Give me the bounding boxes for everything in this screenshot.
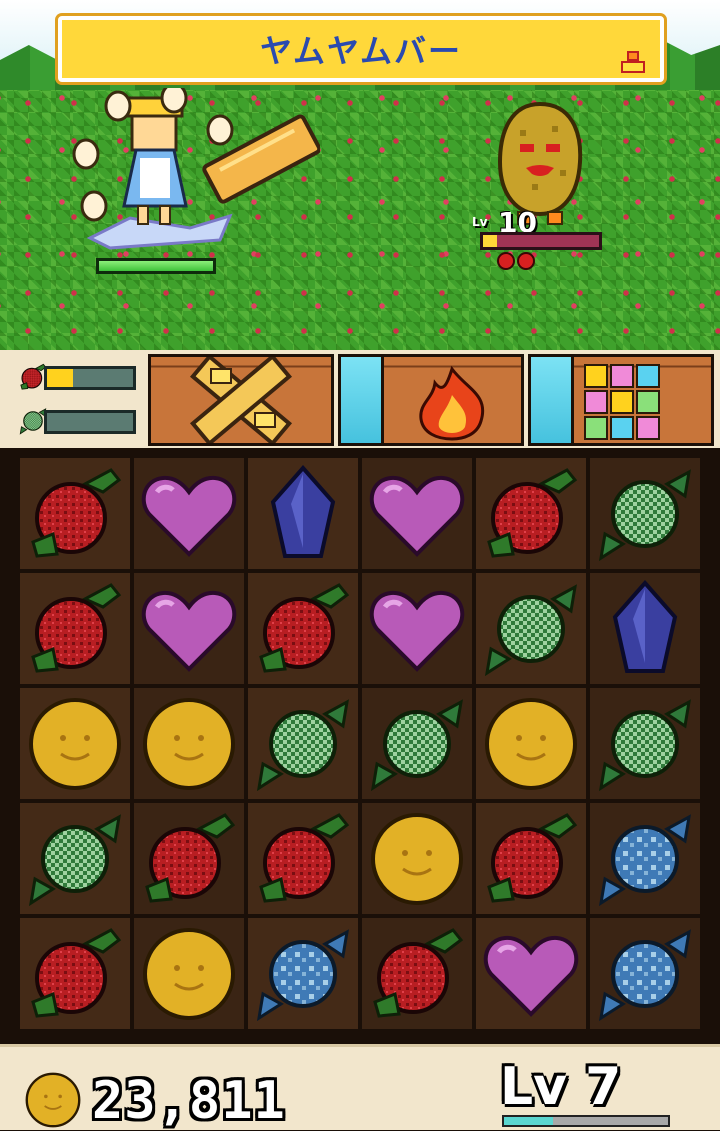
- flame-skill-charge: [341, 357, 384, 443]
- berry-icon: [487, 812, 577, 903]
- puzzle-board: [18, 456, 702, 1032]
- flame-skill-button[interactable]: [338, 354, 524, 446]
- enemy-level-label: Lv: [472, 215, 488, 229]
- board-cell[interactable]: [18, 456, 132, 571]
- exp-fill: [504, 1117, 554, 1125]
- skill-banner: ヤムヤムバー: [58, 16, 664, 82]
- enemy-hp-fill: [483, 235, 497, 247]
- red-gauge-fill: [47, 369, 73, 387]
- candy-grid-skill-button[interactable]: [528, 354, 714, 446]
- crossed-bars-skill-button[interactable]: [148, 354, 334, 446]
- coin-icon: [143, 697, 235, 790]
- candy-blue-icon: [599, 814, 691, 905]
- crossed-bars-icon: [189, 357, 293, 443]
- coin-icon: [29, 697, 121, 790]
- battle-field: ヤムヤムバー Lv 10: [0, 0, 720, 350]
- board-cell[interactable]: [246, 571, 360, 686]
- candy-green-icon: [371, 699, 463, 790]
- berry-icon: [145, 812, 235, 903]
- coin-icon: [371, 812, 463, 905]
- heart-icon: [137, 577, 241, 681]
- skill-name: ヤムヤムバー: [259, 32, 463, 70]
- berry-status-icon: [497, 252, 535, 270]
- exp-bar: [502, 1115, 670, 1127]
- green-candy-gauge: [18, 404, 138, 438]
- candy-green-icon: [257, 699, 349, 790]
- player-level: Lv 7: [500, 1057, 622, 1117]
- board-cell[interactable]: [588, 916, 702, 1031]
- duck-icon: [621, 51, 645, 73]
- red-gauge-track: [44, 366, 136, 390]
- candy-blue-icon: [599, 929, 691, 1020]
- coin-count: 23,811: [92, 1071, 286, 1131]
- board-cell[interactable]: [474, 686, 588, 801]
- board-cell[interactable]: [246, 686, 360, 801]
- board-cell[interactable]: [18, 801, 132, 916]
- board-cell[interactable]: [246, 801, 360, 916]
- berry-icon: [31, 927, 121, 1018]
- board-cell[interactable]: [474, 916, 588, 1031]
- berry-icon: [487, 467, 577, 558]
- board-cell[interactable]: [588, 801, 702, 916]
- heart-icon: [137, 462, 241, 566]
- heart-icon: [365, 577, 469, 681]
- coin-icon: [485, 697, 577, 790]
- board-cell[interactable]: [360, 571, 474, 686]
- candy-grid-icon: [584, 364, 660, 440]
- flame-icon: [419, 365, 485, 441]
- hero-hp-fill: [99, 261, 213, 271]
- board-cell[interactable]: [246, 456, 360, 571]
- red-berry-gauge: [18, 360, 138, 394]
- board-cell[interactable]: [246, 916, 360, 1031]
- board-cell[interactable]: [474, 456, 588, 571]
- candy-green-icon: [599, 469, 691, 560]
- board-cell[interactable]: [18, 571, 132, 686]
- board-cell[interactable]: [132, 801, 246, 916]
- crystal-icon: [271, 465, 335, 558]
- heart-icon: [365, 462, 469, 566]
- board-cell[interactable]: [18, 686, 132, 801]
- board-cell[interactable]: [132, 916, 246, 1031]
- candy-green-icon: [599, 699, 691, 790]
- board-cell[interactable]: [132, 571, 246, 686]
- board-cell[interactable]: [360, 801, 474, 916]
- candy-green-icon: [485, 584, 577, 675]
- coin-icon: [25, 1072, 81, 1128]
- board-cell[interactable]: [588, 686, 702, 801]
- board-cell[interactable]: [18, 916, 132, 1031]
- status-footer: 23,811 Lv 7: [0, 1044, 720, 1131]
- board-cell[interactable]: [588, 456, 702, 571]
- heart-icon: [479, 922, 583, 1026]
- candy-green-icon: [29, 814, 121, 905]
- board-cell[interactable]: [474, 801, 588, 916]
- berry-icon: [31, 582, 121, 673]
- berry-icon: [31, 467, 121, 558]
- berry-icon: [259, 812, 349, 903]
- board-cell[interactable]: [360, 686, 474, 801]
- candy-blue-icon: [257, 929, 349, 1020]
- enemy-hp-bar: [480, 232, 602, 250]
- board-cell[interactable]: [132, 456, 246, 571]
- board-cell[interactable]: [360, 916, 474, 1031]
- board-cell[interactable]: [474, 571, 588, 686]
- berry-icon: [259, 582, 349, 673]
- green-gauge-track: [44, 410, 136, 434]
- board-cell[interactable]: [132, 686, 246, 801]
- coin-icon: [143, 927, 235, 1020]
- candy-skill-charge: [531, 357, 574, 443]
- hero-hp-bar: [96, 258, 216, 274]
- hero-character: [72, 88, 320, 250]
- crystal-icon: [613, 580, 677, 673]
- board-cell[interactable]: [360, 456, 474, 571]
- berry-icon: [373, 927, 463, 1018]
- board-cell[interactable]: [588, 571, 702, 686]
